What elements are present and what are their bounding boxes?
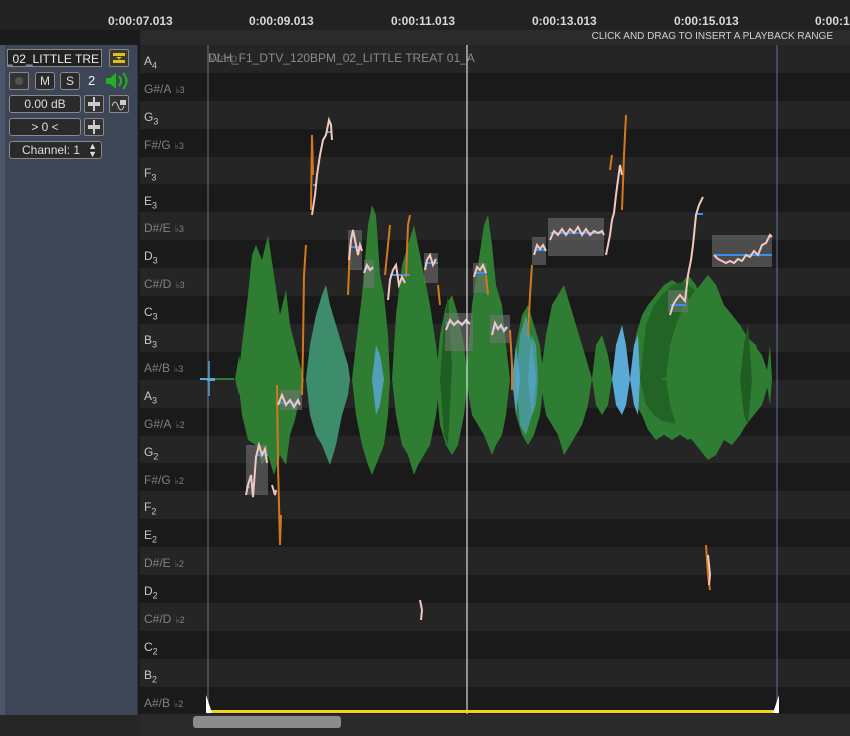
time-tick: 0:00:09.013 xyxy=(249,14,314,28)
solo-button[interactable]: S xyxy=(60,72,80,90)
clip-name: DLH_F1_DTV_120BPM_02_LITTLE TREAT 01_A xyxy=(208,51,475,65)
speaker-icon[interactable] xyxy=(102,71,130,96)
pan-field[interactable]: > 0 < xyxy=(9,118,81,136)
track-name-text: M_02_LITTLE TRE xyxy=(8,52,99,66)
fader-icon xyxy=(88,97,100,111)
time-tick: 0:00:11.013 xyxy=(391,14,456,28)
scrollbar-thumb[interactable] xyxy=(193,716,341,728)
timeline-ruler[interactable]: 0:00:07.013 0:00:09.013 0:00:11.013 0:00… xyxy=(0,0,850,30)
time-tick: 0:00:15.013 xyxy=(674,14,739,28)
record-button[interactable] xyxy=(9,72,29,90)
spinner-icon: ▲ ▼ xyxy=(88,141,97,159)
time-tick: 0:00:17 xyxy=(815,14,850,28)
track-header: M_02_LITTLE TRE M S 2 0.00 dB > 0 < Chan… xyxy=(0,45,138,715)
playback-range-bar[interactable]: CLICK AND DRAG TO INSERT A PLAYBACK RANG… xyxy=(140,30,850,45)
track-panel-footer xyxy=(0,715,140,736)
channel-value: Channel: 1 xyxy=(22,143,81,157)
time-tick: 0:00:13.013 xyxy=(532,14,597,28)
track-menu-button[interactable] xyxy=(109,49,129,67)
track-name-field[interactable]: M_02_LITTLE TRE xyxy=(7,49,102,67)
clip-name-text: DLH_F1_DTV_120BPM_02_LITTLE TREAT 01_A xyxy=(208,51,475,65)
playback-range-hint: CLICK AND DRAG TO INSERT A PLAYBACK RANG… xyxy=(591,31,833,42)
track-number: 2 xyxy=(88,73,96,88)
collapse-icon xyxy=(113,53,125,63)
lock-icon xyxy=(111,100,126,111)
range-end-handle[interactable] xyxy=(773,695,779,713)
playback-range-bar[interactable] xyxy=(208,710,777,713)
mute-button[interactable]: M xyxy=(35,72,55,90)
automation-lock-button[interactable] xyxy=(109,95,129,113)
volume-field[interactable]: 0.00 dB xyxy=(9,95,81,113)
pan-icon xyxy=(88,120,100,134)
track-color-strip xyxy=(0,45,5,715)
time-tick: 0:00:07.013 xyxy=(108,14,173,28)
warp-overlay-label: Warp xyxy=(209,51,238,65)
pitch-editor-canvas[interactable] xyxy=(140,45,850,714)
volume-slider-button[interactable] xyxy=(84,95,104,113)
pan-slider-button[interactable] xyxy=(84,118,104,136)
record-icon xyxy=(15,77,23,85)
audio-waveform xyxy=(200,205,772,475)
channel-select[interactable]: Channel: 1 ▲ ▼ xyxy=(9,141,102,159)
horizontal-scrollbar[interactable] xyxy=(140,714,850,736)
